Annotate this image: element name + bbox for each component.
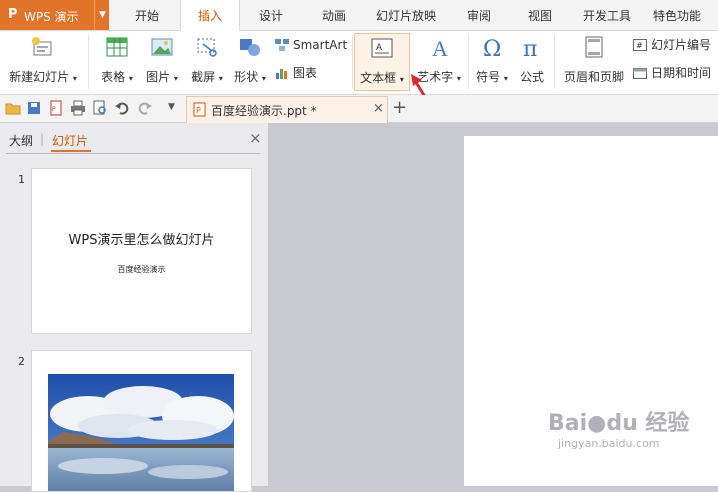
watermark-url: jingyan.baidu.com (558, 437, 660, 450)
tab-slides[interactable]: 幻灯片 (52, 132, 88, 149)
tab-design[interactable]: 设计 (242, 0, 300, 30)
pi-icon: π (523, 37, 537, 58)
shape-button[interactable]: 形状 ▾ (230, 31, 270, 93)
chart-button[interactable]: 图表 (275, 63, 317, 83)
calendar-icon (633, 68, 647, 79)
landscape-photo (48, 374, 234, 491)
new-slide-icon (32, 37, 52, 56)
app-dropdown-icon[interactable]: ▼ (94, 0, 110, 30)
chart-label: 图表 (293, 66, 318, 80)
panel-divider (6, 153, 260, 154)
wps-logo-icon: P (8, 7, 18, 22)
tab-start[interactable]: 开始 (118, 0, 176, 30)
omega-icon: Ω (483, 37, 501, 58)
chart-icon (276, 69, 287, 79)
new-tab-icon[interactable]: + (392, 97, 407, 118)
header-footer-label: 页眉和页脚 (563, 70, 624, 84)
screenshot-label: 截屏 (191, 70, 216, 84)
textbox-button[interactable]: A 文本框 ▾ (354, 33, 410, 91)
panel-tab-divider: | (40, 132, 45, 146)
panel-header: 大纲 | 幻灯片 × (0, 123, 268, 154)
quickbar-more-icon[interactable]: ▼ (168, 102, 175, 112)
tab-developer[interactable]: 开发工具 (574, 0, 640, 30)
document-title: 百度经验演示.ppt * (211, 104, 317, 118)
slide-thumbnail-1[interactable]: WPS演示里怎么做幻灯片 百度经验演示 (31, 168, 252, 334)
tab-animation[interactable]: 动画 (305, 0, 363, 30)
slides-panel: 大纲 | 幻灯片 × 1 WPS演示里怎么做幻灯片 百度经验演示 2 (0, 123, 269, 492)
picture-button[interactable]: 图片 ▾ (141, 31, 183, 93)
tab-features[interactable]: 特色功能 (644, 0, 710, 30)
textbox-label: 文本框 (360, 71, 397, 85)
screenshot-icon (197, 38, 217, 57)
picture-label: 图片 (146, 70, 171, 84)
svg-text:π: π (523, 37, 537, 58)
ribbon-separator (352, 35, 353, 89)
menu-bar: P WPS 演示 ▼ 开始 插入 设计 动画 幻灯片放映 审阅 视图 开发工具 … (0, 0, 718, 31)
ribbon-separator (88, 35, 89, 89)
tab-review[interactable]: 审阅 (450, 0, 508, 30)
table-label: 表格 (101, 70, 126, 84)
print-preview-icon[interactable] (92, 100, 108, 116)
date-time-label: 日期和时间 (651, 66, 712, 80)
header-footer-button[interactable]: 页眉和页脚 (560, 31, 628, 93)
baidu-watermark: Bai●du 经验 jingyan.baidu.com (548, 405, 689, 450)
svg-text:P: P (196, 106, 201, 115)
ppt-file-icon: P (193, 102, 206, 117)
paw-icon: ● (587, 411, 607, 436)
picture-icon (151, 38, 173, 56)
symbol-label: 符号 (476, 70, 501, 84)
slide-thumbnail-2[interactable] (31, 350, 252, 492)
header-footer-icon (585, 36, 603, 58)
textbox-icon: A (371, 38, 393, 58)
new-slide-button[interactable]: 新建幻灯片 ▾ (4, 31, 82, 93)
svg-text:#: # (636, 41, 643, 50)
tab-slideshow[interactable]: 幻灯片放映 (366, 0, 446, 30)
date-time-button[interactable]: 日期和时间 (633, 63, 711, 83)
save-icon[interactable] (26, 100, 42, 116)
smartart-button[interactable]: SmartArt (275, 35, 347, 55)
slide-subtitle: 百度经验演示 (117, 265, 166, 274)
smartart-icon (275, 39, 289, 51)
app-menu-button[interactable]: P WPS 演示 ▼ (0, 0, 109, 30)
slide-number: 2 (18, 355, 25, 368)
ribbon-insert: 新建幻灯片 ▾ 表格 ▾ 图片 ▾ 截屏 ▾ 形状 ▾ SmartArt 图表 … (0, 31, 718, 95)
redo-icon[interactable] (137, 100, 153, 116)
watermark-suffix: du 经验 (606, 411, 690, 436)
smartart-label: SmartArt (293, 38, 348, 52)
tab-outline[interactable]: 大纲 (9, 132, 33, 149)
slide-number-label: 幻灯片编号 (651, 38, 712, 52)
slide-number-icon: # (633, 39, 647, 51)
table-button[interactable]: 表格 ▾ (96, 31, 138, 93)
undo-icon[interactable] (114, 100, 130, 116)
svg-text:A: A (432, 36, 448, 58)
table-icon (106, 37, 128, 57)
tab-insert[interactable]: 插入 (180, 0, 240, 31)
slide-number: 1 (18, 173, 25, 186)
active-tab-underline (51, 150, 91, 152)
new-slide-label: 新建幻灯片 (9, 70, 70, 84)
symbol-button[interactable]: Ω 符号 ▾ (472, 31, 512, 93)
shape-icon (240, 39, 260, 56)
slide-title: WPS演示里怎么做幻灯片 (68, 233, 215, 248)
tab-view[interactable]: 视图 (511, 0, 569, 30)
svg-text:P: P (52, 106, 56, 113)
formula-label: 公式 (519, 70, 544, 84)
shape-label: 形状 (234, 70, 259, 84)
watermark-logo: Bai (548, 411, 588, 436)
close-document-icon[interactable]: × (373, 101, 384, 116)
print-icon[interactable] (70, 100, 86, 116)
wordart-icon: A (432, 36, 448, 58)
svg-text:A: A (376, 42, 382, 52)
svg-text:Ω: Ω (483, 37, 501, 58)
ribbon-separator (554, 35, 555, 89)
export-pdf-icon[interactable]: P (48, 100, 64, 116)
close-panel-icon[interactable]: × (249, 129, 262, 147)
ribbon-separator (468, 35, 469, 89)
app-name: WPS 演示 (24, 10, 79, 24)
open-folder-icon[interactable] (5, 100, 21, 116)
document-tab[interactable]: P 百度经验演示.ppt * × (186, 96, 388, 123)
screenshot-button[interactable]: 截屏 ▾ (186, 31, 228, 93)
slide-number-button[interactable]: # 幻灯片编号 (633, 35, 711, 55)
formula-button[interactable]: π 公式 (514, 31, 550, 93)
